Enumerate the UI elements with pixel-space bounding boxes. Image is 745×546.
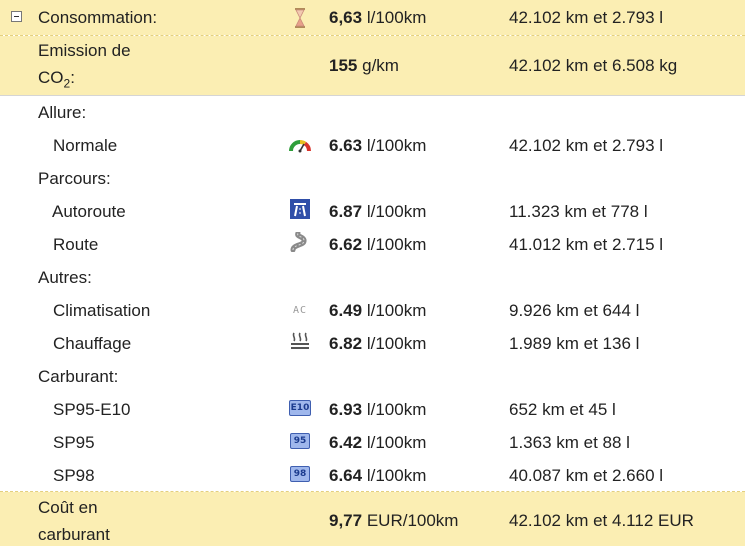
cost-value: 9,77	[329, 511, 363, 530]
highway-icon	[289, 199, 311, 219]
list-item: SP95-E10 E10 6.93 l/100km 652 km et 45 l	[0, 391, 745, 424]
fuel-98-icon: 98	[290, 466, 310, 482]
fuel-stats-panel: Consommation: 6,63 l/100km 42.102 km et …	[0, 0, 745, 546]
cost-total: 42.102 km et 4.112 EUR	[509, 511, 694, 530]
item-unit: l/100km	[366, 136, 427, 155]
item-unit: l/100km	[366, 235, 427, 254]
item-total: 40.087 km et 2.660 l	[509, 466, 664, 485]
emission-value: 155	[329, 56, 358, 75]
item-value: 6.63	[329, 136, 363, 155]
item-unit: l/100km	[366, 202, 427, 221]
item-label: SP95	[53, 433, 95, 452]
item-total: 1.989 km et 136 l	[509, 334, 640, 353]
list-item: Route 6.62 l/100km 41.012 km et 2.715 l	[0, 226, 745, 259]
item-total: 41.012 km et 2.715 l	[509, 235, 664, 254]
item-unit: l/100km	[366, 400, 427, 419]
emission-label-line1: Emission de	[38, 41, 131, 60]
cost-row: Coût en carburant 9,77 EUR/100km 42.102 …	[0, 492, 745, 546]
emission-total: 42.102 km et 6.508 kg	[509, 56, 678, 75]
heating-icon	[289, 331, 311, 351]
group-title-allure: Allure:	[38, 103, 87, 122]
consumption-unit: l/100km	[366, 8, 427, 27]
group-title-parcours: Parcours:	[38, 169, 111, 188]
fuel-95-icon: 95	[290, 433, 310, 449]
item-total: 42.102 km et 2.793 l	[509, 136, 664, 155]
item-value: 6.42	[329, 433, 363, 452]
cost-unit: EUR/100km	[366, 511, 459, 530]
emission-row: Emission de CO2: 155 g/km 42.102 km et 6…	[0, 36, 745, 95]
consumption-total: 42.102 km et 2.793 l	[509, 8, 664, 27]
item-total: 1.363 km et 88 l	[509, 433, 630, 452]
list-item: SP95 95 6.42 l/100km 1.363 km et 88 l	[0, 424, 745, 457]
group-title-autres: Autres:	[38, 268, 92, 287]
item-label: SP98	[53, 466, 95, 485]
item-unit: l/100km	[366, 334, 427, 353]
emission-unit: g/km	[362, 56, 399, 75]
item-total: 11.323 km et 778 l	[509, 202, 648, 221]
emission-label-line2: CO2:	[38, 68, 75, 91]
group-title-carburant: Carburant:	[38, 367, 119, 386]
consumption-row[interactable]: Consommation: 6,63 l/100km 42.102 km et …	[0, 0, 745, 35]
item-unit: l/100km	[366, 466, 427, 485]
item-label: SP95-E10	[53, 400, 131, 419]
item-label: Normale	[53, 136, 118, 155]
cost-label-line2: carburant	[38, 525, 110, 544]
list-item: Autoroute 6.87 l/100km 11.323 km et 778 …	[0, 193, 745, 226]
air-conditioning-icon: AC	[292, 304, 308, 316]
item-value: 6.49	[329, 301, 363, 320]
item-value: 6.93	[329, 400, 363, 419]
item-value: 6.87	[329, 202, 363, 221]
item-value: 6.64	[329, 466, 363, 485]
item-total: 9.926 km et 644 l	[509, 301, 640, 320]
item-value: 6.82	[329, 334, 363, 353]
item-unit: l/100km	[366, 433, 427, 452]
divider	[0, 95, 745, 96]
list-item: Chauffage 6.82 l/100km 1.989 km et 136 l	[0, 325, 745, 358]
item-total: 652 km et 45 l	[509, 400, 616, 419]
list-item: Normale 6.63 l/100km 42.102 km et 2.793 …	[0, 127, 745, 160]
list-item: Climatisation AC 6.49 l/100km 9.926 km e…	[0, 292, 745, 325]
item-label: Chauffage	[53, 334, 132, 353]
speedometer-icon	[289, 135, 311, 155]
item-value: 6.62	[329, 235, 363, 254]
item-label: Autoroute	[52, 202, 126, 221]
collapse-toggle-icon[interactable]	[11, 11, 22, 22]
consumption-value: 6,63	[329, 8, 363, 27]
item-label: Climatisation	[53, 301, 151, 320]
list-item: SP98 98 6.64 l/100km 40.087 km et 2.660 …	[0, 457, 745, 490]
winding-road-icon	[289, 232, 311, 252]
fuel-e10-icon: E10	[289, 400, 311, 416]
consumption-label: Consommation:	[38, 8, 158, 27]
hourglass-icon	[289, 8, 311, 28]
item-label: Route	[53, 235, 99, 254]
item-unit: l/100km	[366, 301, 427, 320]
cost-label-line1: Coût en	[38, 498, 98, 517]
